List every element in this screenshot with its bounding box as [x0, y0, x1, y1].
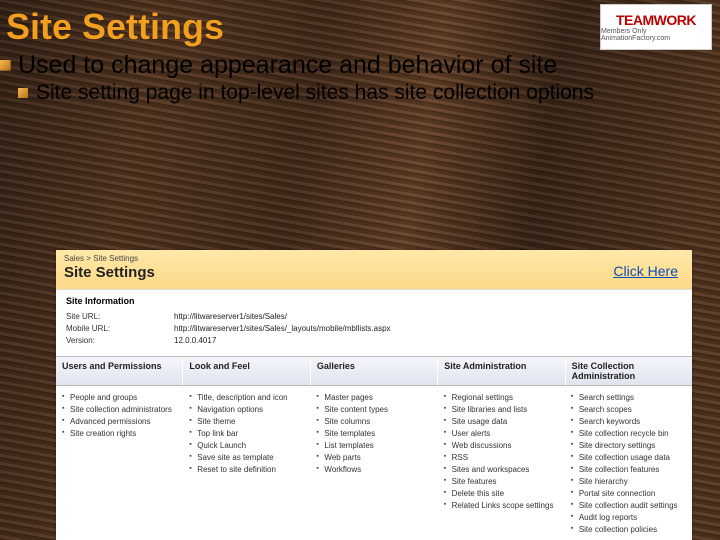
col-header-siteadmin: Site Administration [438, 357, 565, 386]
bullet-list-1: Used to change appearance and behavior o… [0, 50, 720, 105]
setting-link[interactable]: Site collection features [571, 464, 688, 476]
columns-header-row: Users and Permissions Look and Feel Gall… [56, 356, 692, 386]
click-here-link[interactable]: Click Here [613, 263, 678, 279]
setting-link[interactable]: Site collection usage data [571, 452, 688, 464]
setting-link[interactable]: Site usage data [444, 416, 561, 428]
col-header-sitecoll: Site Collection Administration [566, 357, 692, 386]
info-label: Site URL: [66, 312, 174, 321]
col-users: People and groups Site collection admini… [56, 392, 183, 536]
setting-link[interactable]: Site creation rights [62, 428, 179, 440]
col-header-galleries: Galleries [311, 357, 438, 386]
setting-link[interactable]: Site collection policies [571, 524, 688, 536]
setting-link[interactable]: Master pages [316, 392, 433, 404]
col-sitecoll: Search settings Search scopes Search key… [565, 392, 692, 536]
slide-title: Site Settings [0, 0, 224, 48]
col-siteadmin: Regional settings Site libraries and lis… [438, 392, 565, 536]
setting-link[interactable]: Site directory settings [571, 440, 688, 452]
bullet-1: Used to change appearance and behavior o… [0, 50, 720, 105]
setting-link[interactable]: Site theme [189, 416, 306, 428]
setting-link[interactable]: Site columns [316, 416, 433, 428]
setting-link[interactable]: Related Links scope settings [444, 500, 561, 512]
setting-link[interactable]: Site features [444, 476, 561, 488]
setting-link[interactable]: Search settings [571, 392, 688, 404]
setting-link[interactable]: Web parts [316, 452, 433, 464]
setting-link[interactable]: Portal site connection [571, 488, 688, 500]
info-value: http://litwareserver1/sites/Sales/ [174, 312, 287, 321]
setting-link[interactable]: Audit log reports [571, 512, 688, 524]
columns-body: People and groups Site collection admini… [56, 386, 692, 540]
setting-link[interactable]: Advanced permissions [62, 416, 179, 428]
bullet-2: Site setting page in top-level sites has… [18, 80, 720, 105]
setting-link[interactable]: User alerts [444, 428, 561, 440]
teamwork-logo: TEAMWORK Members Only AnimationFactory.c… [600, 4, 712, 50]
page-title: Site Settings [64, 264, 155, 281]
col-look: Title, description and icon Navigation o… [183, 392, 310, 536]
bullet-2-text: Site setting page in top-level sites has… [36, 81, 594, 104]
logo-brand: TEAMWORK [616, 12, 696, 28]
title-bar: Site Settings TEAMWORK Members Only Anim… [0, 0, 720, 50]
col-header-look: Look and Feel [183, 357, 310, 386]
setting-link[interactable]: Site content types [316, 404, 433, 416]
slide-root: Site Settings TEAMWORK Members Only Anim… [0, 0, 720, 540]
info-label: Mobile URL: [66, 324, 174, 333]
setting-link[interactable]: Search keywords [571, 416, 688, 428]
setting-link[interactable]: Web discussions [444, 440, 561, 452]
info-row-url: Site URL: http://litwareserver1/sites/Sa… [66, 312, 682, 321]
info-value: 12.0.0.4017 [174, 336, 216, 345]
setting-link[interactable]: Site collection administrators [62, 404, 179, 416]
setting-link[interactable]: Top link bar [189, 428, 306, 440]
info-label: Version: [66, 336, 174, 345]
header-bar: Sales > Site Settings Site Settings Clic… [56, 250, 692, 289]
setting-link[interactable]: People and groups [62, 392, 179, 404]
setting-link[interactable]: Site templates [316, 428, 433, 440]
setting-link[interactable]: Reset to site definition [189, 464, 306, 476]
site-information-section: Site Information Site URL: http://litwar… [56, 289, 692, 356]
info-row-version: Version: 12.0.0.4017 [66, 336, 682, 345]
setting-link[interactable]: Save site as template [189, 452, 306, 464]
site-info-title: Site Information [66, 296, 682, 306]
setting-link[interactable]: Delete this site [444, 488, 561, 500]
setting-link[interactable]: Search scopes [571, 404, 688, 416]
setting-link[interactable]: Navigation options [189, 404, 306, 416]
setting-link[interactable]: RSS [444, 452, 561, 464]
setting-link[interactable]: Sites and workspaces [444, 464, 561, 476]
info-value: http://litwareserver1/sites/Sales/_layou… [174, 324, 391, 333]
setting-link[interactable]: Quick Launch [189, 440, 306, 452]
site-settings-screenshot: Sales > Site Settings Site Settings Clic… [56, 250, 692, 540]
info-row-mobile: Mobile URL: http://litwareserver1/sites/… [66, 324, 682, 333]
setting-link[interactable]: Site hierarchy [571, 476, 688, 488]
logo-sub: Members Only AnimationFactory.com [601, 28, 711, 42]
setting-link[interactable]: Site collection recycle bin [571, 428, 688, 440]
bullet-list-2: Site setting page in top-level sites has… [18, 80, 720, 105]
col-header-users: Users and Permissions [56, 357, 183, 386]
col-galleries: Master pages Site content types Site col… [310, 392, 437, 536]
setting-link[interactable]: Title, description and icon [189, 392, 306, 404]
setting-link[interactable]: Workflows [316, 464, 433, 476]
setting-link[interactable]: Regional settings [444, 392, 561, 404]
setting-link[interactable]: List templates [316, 440, 433, 452]
breadcrumb-stack: Sales > Site Settings Site Settings [64, 254, 155, 281]
bullet-1-text: Used to change appearance and behavior o… [18, 51, 557, 79]
setting-link[interactable]: Site libraries and lists [444, 404, 561, 416]
setting-link[interactable]: Site collection audit settings [571, 500, 688, 512]
breadcrumb[interactable]: Sales > Site Settings [64, 254, 155, 263]
